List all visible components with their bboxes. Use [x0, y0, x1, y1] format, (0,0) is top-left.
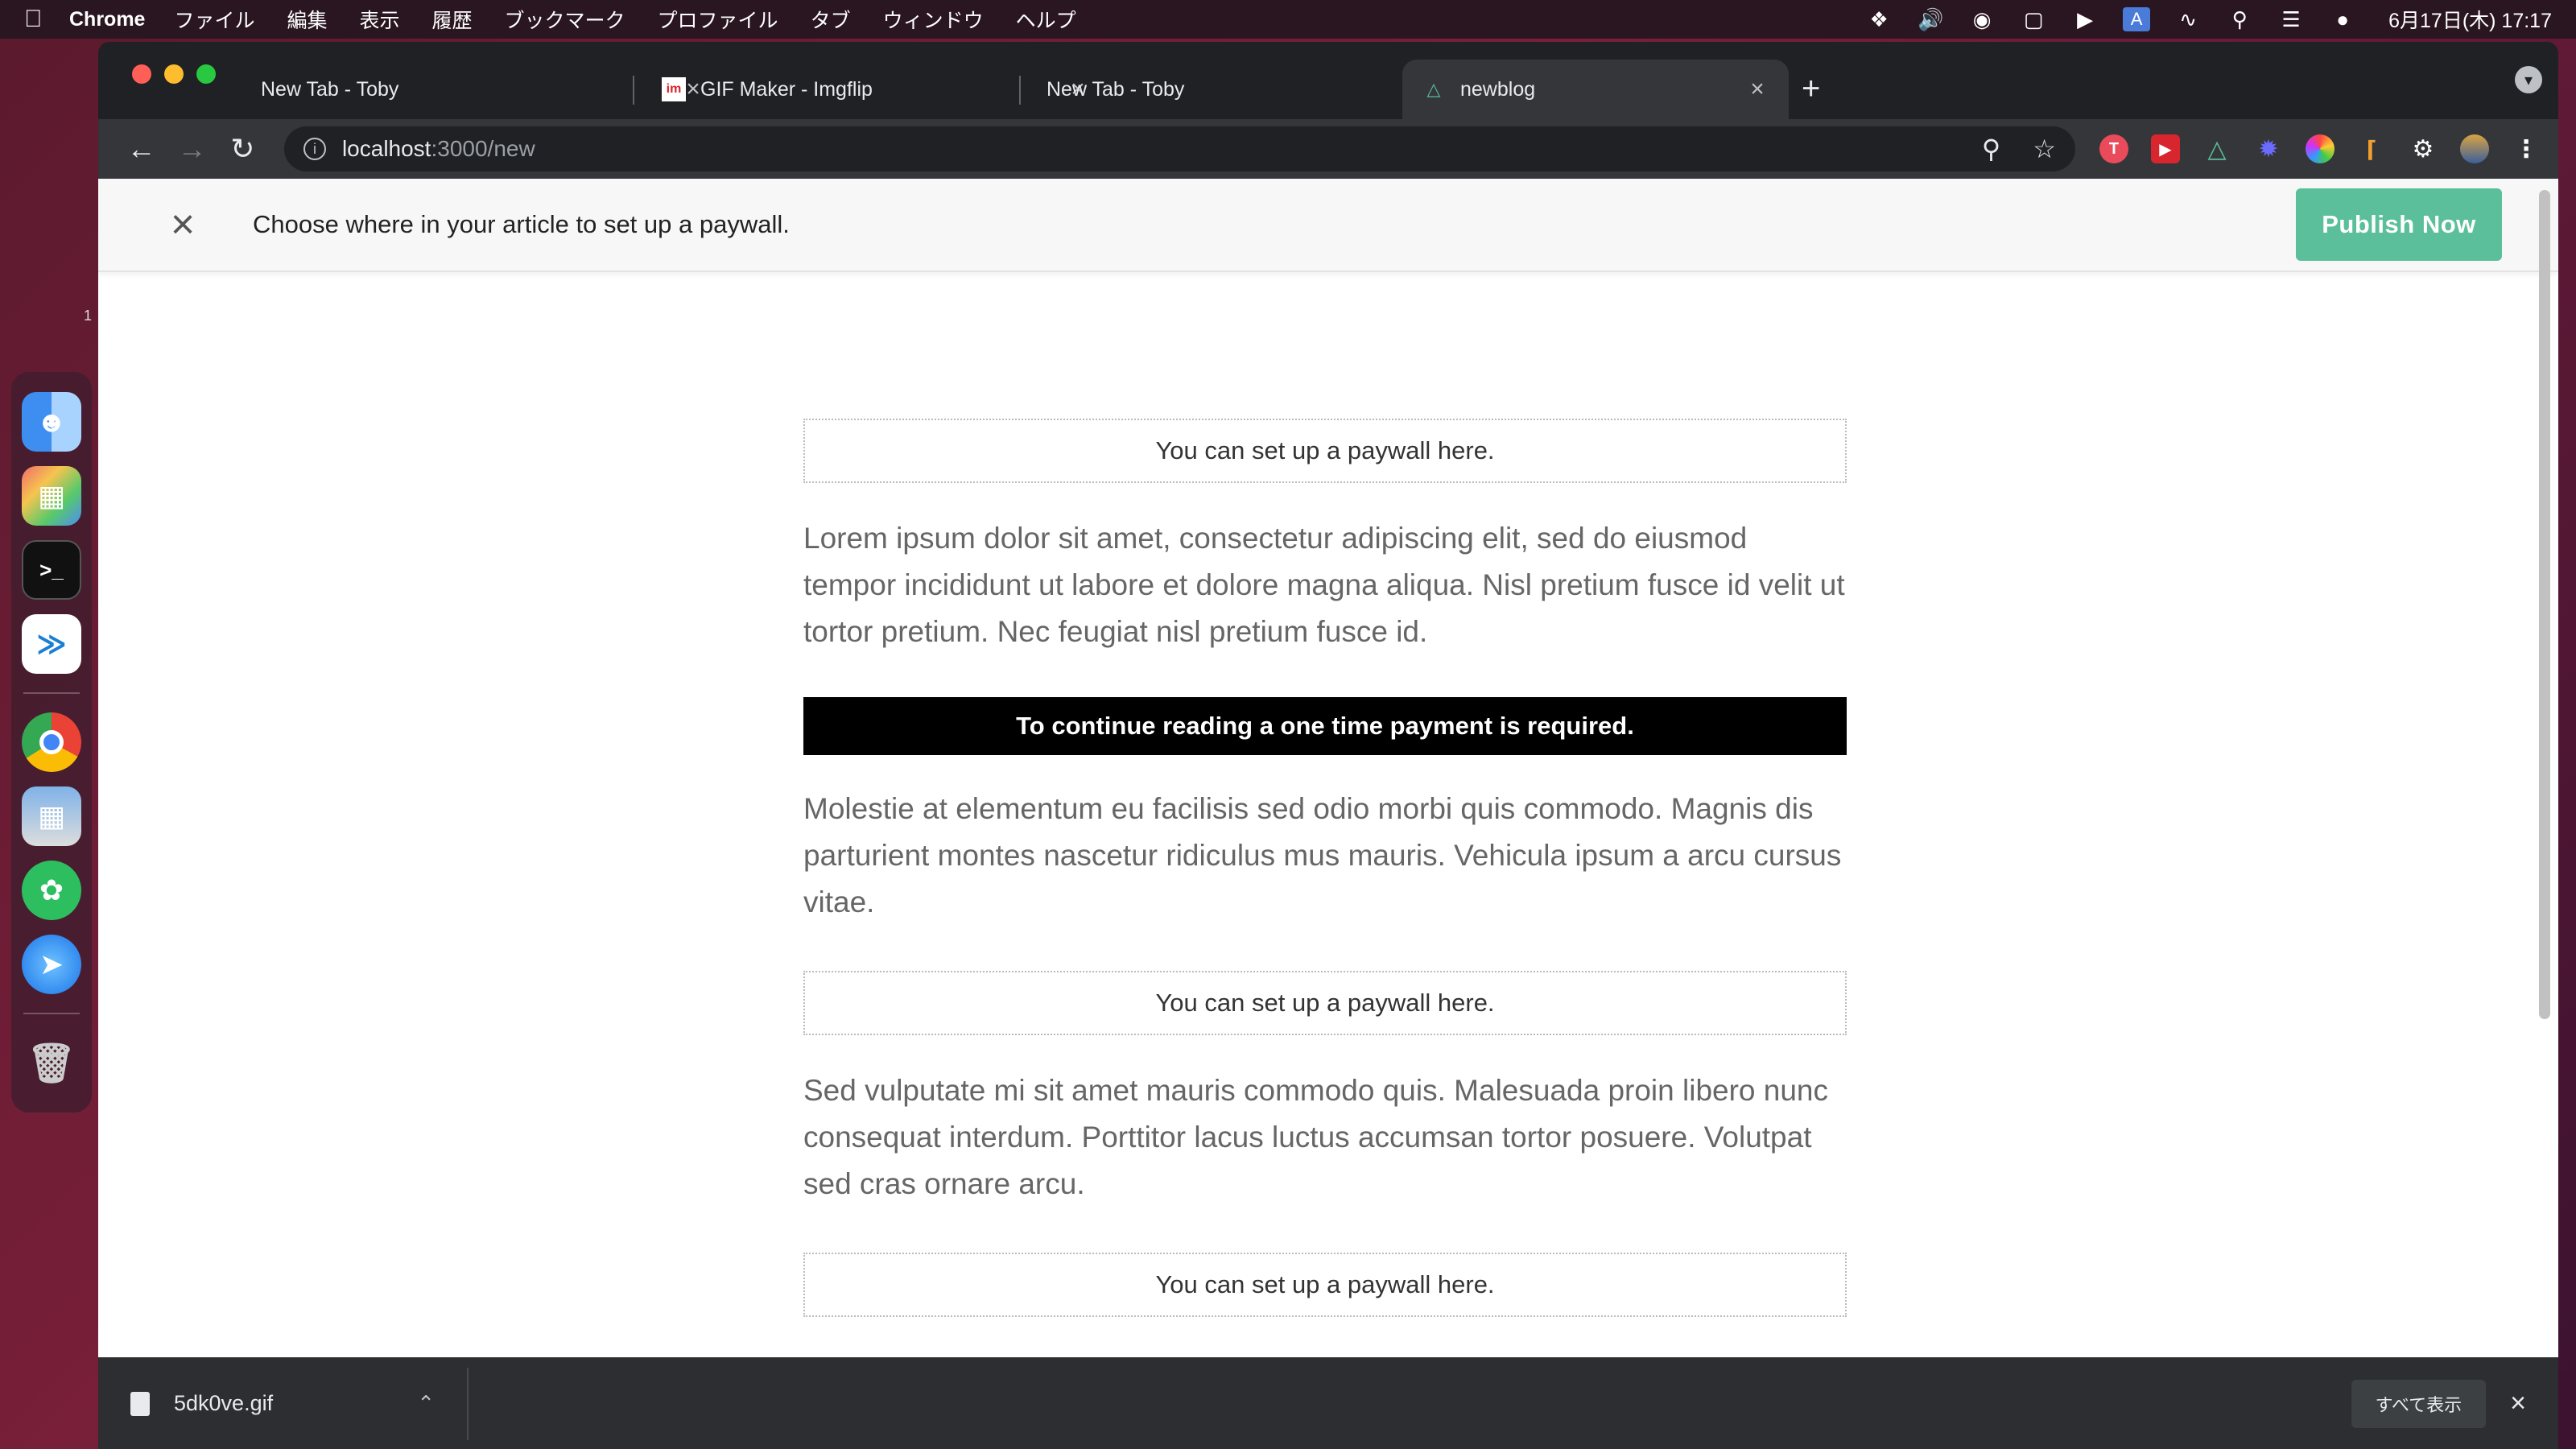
imgflip-icon: im: [662, 77, 686, 101]
article-body: You can set up a paywall here. Lorem ips…: [803, 419, 1847, 1399]
finder-icon[interactable]: ☻: [22, 392, 81, 452]
menu-profiles[interactable]: プロファイル: [658, 5, 778, 34]
browser-toolbar: ← → ↻ i localhost:3000/new ⚲ ☆ T ▶ △ ✹ ⌈…: [98, 119, 2558, 179]
new-tab-plus-icon[interactable]: +: [1802, 71, 1820, 107]
scrollbar-thumb[interactable]: [2539, 190, 2550, 1019]
toby-extension-icon[interactable]: T: [2099, 134, 2128, 163]
address-bar[interactable]: i localhost:3000/new ⚲ ☆: [283, 126, 2075, 171]
menu-tab[interactable]: タブ: [811, 5, 851, 34]
publish-now-button[interactable]: Publish Now: [2296, 188, 2502, 261]
dock-badge-number: 1: [84, 308, 93, 324]
close-icon[interactable]: ×: [163, 200, 203, 249]
url-path: :3000/new: [431, 136, 535, 161]
spotlight-search-icon[interactable]: ⚲: [2226, 7, 2253, 31]
downloads-bar: 5dk0ve.gif ⌃ すべて表示 ×: [98, 1357, 2558, 1449]
status-area: ❖ 🔊 ◉ ▢ ▶ A ∿ ⚲ ☰ ● 6月17日(木) 17:17: [1865, 5, 2552, 34]
dock-separator: [23, 692, 80, 694]
vscode-icon[interactable]: ≫: [22, 614, 81, 674]
siri-icon[interactable]: ●: [2329, 7, 2356, 31]
menu-window[interactable]: ウィンドウ: [883, 5, 984, 34]
control-center-icon[interactable]: ☰: [2277, 7, 2305, 31]
video-extension-icon[interactable]: ▶: [2150, 134, 2180, 163]
pick-extension-icon[interactable]: ⌈: [2357, 134, 2386, 163]
launchpad-icon[interactable]: ▦: [22, 466, 81, 526]
evernote-status-icon[interactable]: ◉: [1968, 7, 1996, 31]
zoom-window-button[interactable]: [196, 64, 216, 84]
paywall-slot[interactable]: You can set up a paywall here.: [803, 1253, 1847, 1317]
url-host: localhost: [341, 136, 431, 161]
minimize-window-button[interactable]: [164, 64, 184, 84]
download-file-name: 5dk0ve.gif: [174, 1391, 274, 1415]
chrome-window: New Tab - Toby × im GIF Maker - Imgflip …: [98, 42, 2558, 1449]
file-icon: [130, 1391, 150, 1416]
tab-search-chevron-icon[interactable]: ▾: [2515, 66, 2542, 93]
tab-divider: [633, 76, 634, 105]
paywall-notice[interactable]: To continue reading a one time payment i…: [803, 697, 1847, 755]
article-paragraph: Sed vulputate mi sit amet mauris commodo…: [803, 1074, 1829, 1200]
chrome-icon[interactable]: [22, 712, 81, 772]
app-menu-name[interactable]: Chrome: [69, 8, 145, 31]
triangle-icon: △: [1426, 79, 1441, 99]
extensions-area: T ▶ △ ✹ ⌈ ⚙ ⋮: [2099, 134, 2541, 163]
chevron-up-icon[interactable]: ⌃: [417, 1391, 435, 1416]
tab-divider: [1019, 76, 1021, 105]
terminal-icon[interactable]: >_: [22, 540, 81, 600]
reload-icon[interactable]: ↻: [217, 132, 268, 166]
volume-icon[interactable]: 🔊: [1917, 7, 1944, 31]
tab-title: New Tab - Toby: [261, 77, 399, 101]
tab-newblog[interactable]: △ newblog ×: [1402, 60, 1789, 119]
bookmark-star-icon[interactable]: ☆: [2033, 134, 2056, 164]
apple-menu-icon[interactable]: : [24, 6, 60, 33]
burst-extension-icon[interactable]: ✹: [2254, 134, 2283, 163]
download-item[interactable]: 5dk0ve.gif ⌃: [130, 1367, 469, 1440]
zoom-magnifier-icon[interactable]: ⚲: [1982, 134, 2000, 164]
tab-close-icon[interactable]: ×: [1745, 76, 1769, 103]
menu-help[interactable]: ヘルプ: [1016, 5, 1076, 34]
article-paragraph: Lorem ipsum dolor sit amet, consectetur …: [803, 522, 1845, 648]
menu-edit[interactable]: 編集: [287, 5, 327, 34]
paywall-instructions: Choose where in your article to set up a…: [253, 210, 790, 238]
paywall-slot[interactable]: You can set up a paywall here.: [803, 971, 1847, 1035]
article-paragraph: Molestie at elementum eu facilisis sed o…: [803, 792, 1842, 919]
window-controls: [132, 64, 216, 84]
page-viewport: × Choose where in your article to set up…: [98, 179, 2558, 1399]
trash-icon[interactable]: 🗑: [22, 1033, 81, 1092]
page-scrollbar[interactable]: [2539, 179, 2553, 1399]
menu-clock[interactable]: 6月17日(木) 17:17: [2388, 5, 2552, 34]
color-wheel-extension-icon[interactable]: [2305, 134, 2334, 163]
paywall-setup-header: × Choose where in your article to set up…: [98, 179, 2558, 272]
menu-bookmarks[interactable]: ブックマーク: [505, 5, 625, 34]
dropbox-icon[interactable]: ❖: [1865, 7, 1893, 31]
paywall-slot[interactable]: You can set up a paywall here.: [803, 419, 1847, 483]
omnibox-actions: ⚲ ☆: [1982, 134, 2056, 164]
evernote-icon[interactable]: ✿: [22, 861, 81, 920]
close-window-button[interactable]: [132, 64, 151, 84]
macos-menu-bar:  Chrome ファイル 編集 表示 履歴 ブックマーク プロファイル タブ …: [0, 0, 2576, 39]
menu-history[interactable]: 履歴: [432, 5, 473, 34]
show-all-downloads-button[interactable]: すべて表示: [2351, 1379, 2487, 1428]
menu-file[interactable]: ファイル: [174, 5, 254, 34]
safari-icon[interactable]: ➤: [22, 935, 81, 994]
chrome-menu-icon[interactable]: ⋮: [2512, 134, 2541, 163]
wifi-icon[interactable]: ∿: [2174, 7, 2202, 31]
window-icon[interactable]: ▢: [2020, 7, 2047, 31]
input-source-icon[interactable]: A: [2123, 7, 2151, 31]
forward-arrow-icon[interactable]: →: [167, 132, 217, 166]
tab-title: New Tab - Toby: [1046, 77, 1185, 101]
triangle-extension-icon[interactable]: △: [2202, 134, 2231, 163]
tab-strip: New Tab - Toby × im GIF Maker - Imgflip …: [98, 42, 2558, 119]
puzzle-extensions-icon[interactable]: ⚙: [2409, 134, 2438, 163]
back-arrow-icon[interactable]: ←: [116, 132, 167, 166]
profile-avatar[interactable]: [2459, 134, 2489, 163]
preview-icon[interactable]: ▦: [22, 786, 81, 846]
play-icon[interactable]: ▶: [2071, 7, 2099, 31]
menu-view[interactable]: 表示: [360, 5, 400, 34]
close-downloads-icon[interactable]: ×: [2510, 1388, 2526, 1419]
tab-title: newblog: [1460, 77, 1536, 101]
dock-separator: [23, 1013, 80, 1014]
tab-title: GIF Maker - Imgflip: [700, 77, 873, 101]
site-info-icon[interactable]: i: [303, 138, 326, 160]
macos-dock: ☻ ▦ >_ ≫ ▦ ✿ ➤ 🗑: [11, 372, 92, 1113]
